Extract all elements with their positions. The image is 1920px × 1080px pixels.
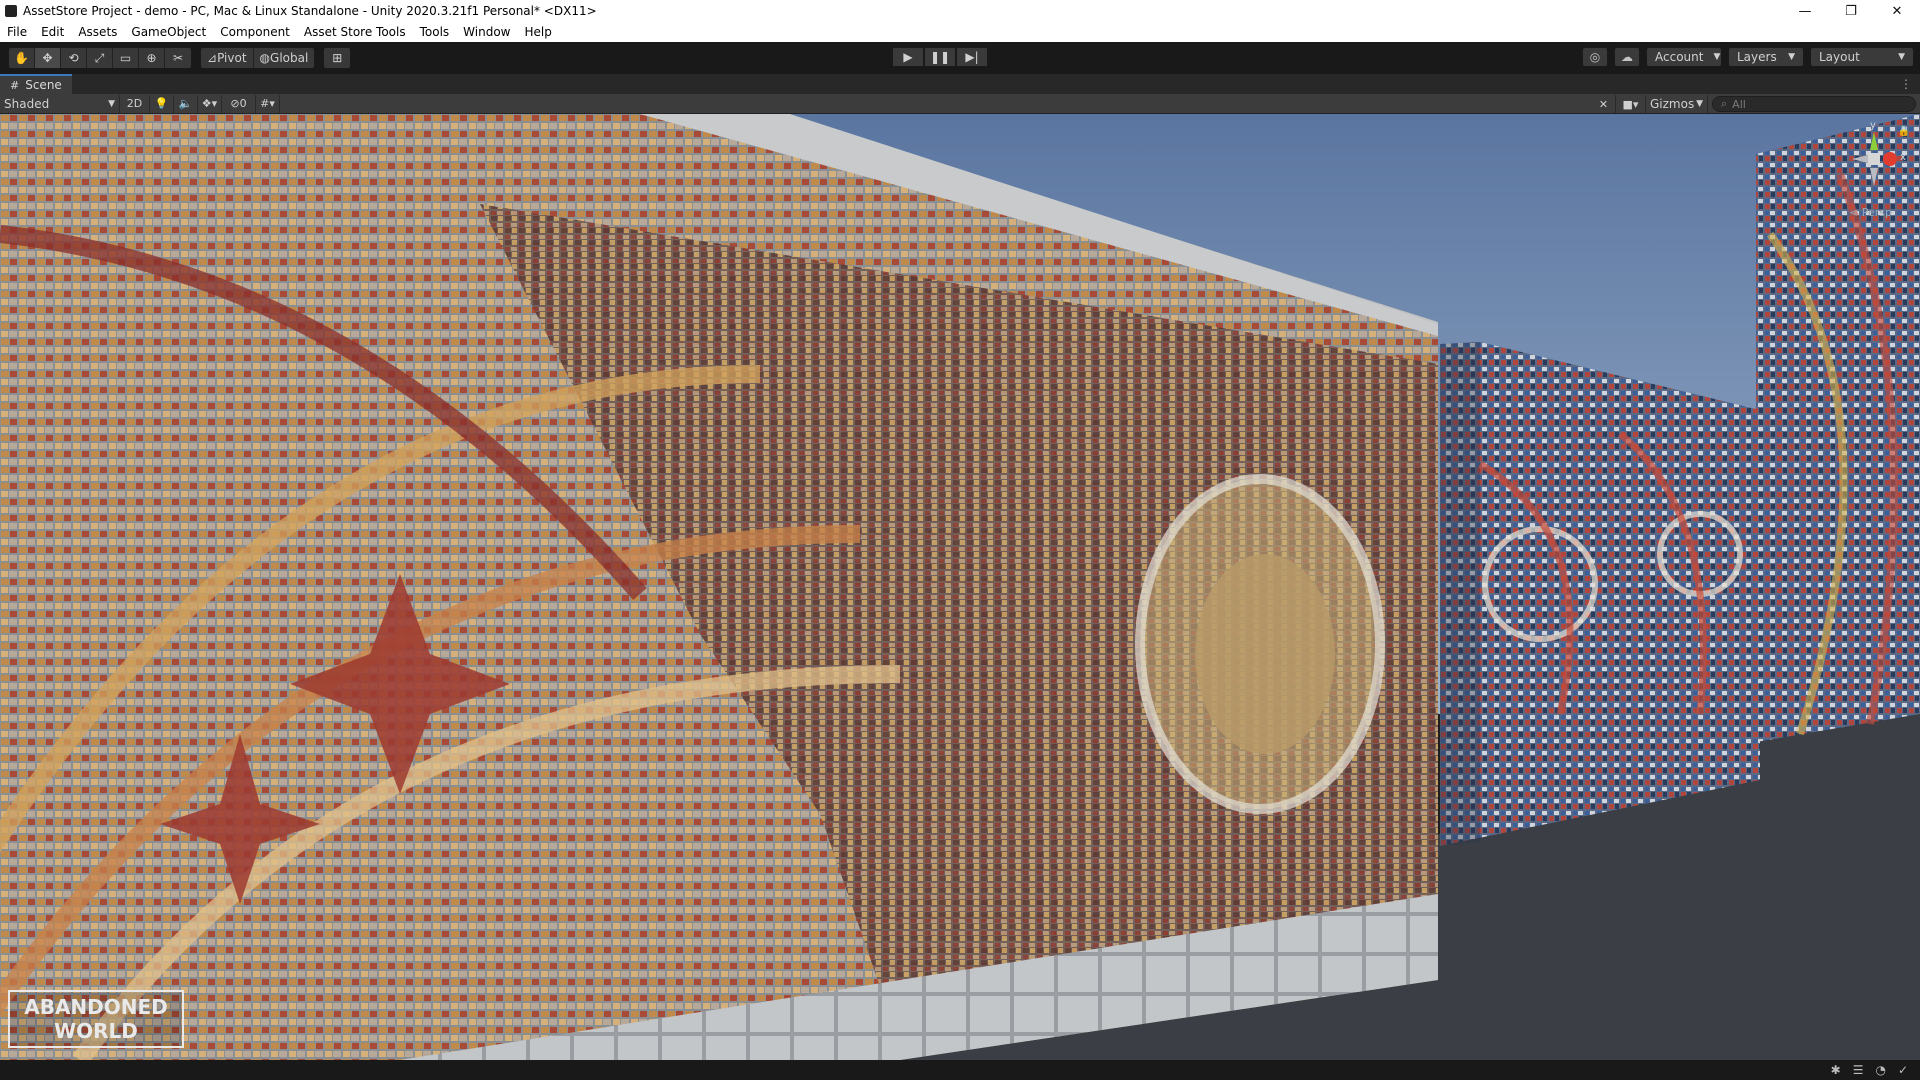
snap-group: ⊞	[323, 47, 352, 69]
global-toggle[interactable]: ◍ Global	[254, 48, 315, 68]
menu-asset-store-tools[interactable]: Asset Store Tools	[297, 25, 413, 39]
pause-button[interactable]: ❚❚	[924, 47, 956, 67]
scene-search-input[interactable]: ⌕ All	[1712, 96, 1916, 112]
grid-snap-icon[interactable]: ⊞	[324, 48, 350, 68]
pivot-icon: ⊿	[207, 51, 218, 65]
scene-toolbar-right: ✕ ■▾ Gizmos ▼ ⌕ All	[1592, 95, 1916, 113]
pause-icon: ❚❚	[929, 50, 951, 64]
close-button[interactable]: ✕	[1874, 0, 1920, 22]
scale-tool-icon[interactable]: ⤢	[87, 48, 113, 68]
layers-status-icon[interactable]: ☰	[1853, 1063, 1864, 1077]
layers-label: Layers	[1737, 50, 1777, 64]
grid-visibility-icon[interactable]: #▾	[256, 94, 280, 113]
rotate-tool-icon[interactable]: ⟲	[61, 48, 87, 68]
cloud-icon[interactable]: ☁	[1614, 47, 1640, 67]
tab-scene-label: Scene	[25, 78, 62, 92]
rect-tool-icon[interactable]: ▭	[113, 48, 139, 68]
move-tool-icon[interactable]: ✥	[35, 48, 61, 68]
custom-tool-icon[interactable]: ✂	[165, 48, 191, 68]
logo-line-1: ABANDONED	[24, 995, 168, 1019]
gizmo-x-label: x	[1900, 152, 1906, 163]
step-button[interactable]: ▶|	[956, 47, 988, 67]
menu-edit[interactable]: Edit	[34, 25, 71, 39]
menu-assets[interactable]: Assets	[71, 25, 124, 39]
hand-tool-icon[interactable]: ✋	[9, 48, 35, 68]
window-titlebar: AssetStore Project - demo - PC, Mac & Li…	[0, 0, 1920, 22]
step-icon: ▶|	[965, 50, 979, 64]
scene-render	[0, 114, 1920, 1060]
abandoned-world-logo: ABANDONED WORLD	[8, 990, 184, 1048]
account-label: Account	[1655, 50, 1704, 64]
projection-label[interactable]: < Persp	[1849, 206, 1892, 219]
layers-dropdown[interactable]: Layers ▼	[1728, 47, 1804, 67]
window-title: AssetStore Project - demo - PC, Mac & Li…	[23, 4, 597, 18]
2d-toggle[interactable]: 2D	[120, 94, 150, 113]
account-dropdown[interactable]: Account ▼	[1646, 47, 1722, 67]
audio-icon[interactable]: 🔈	[174, 94, 198, 113]
scene-viewport[interactable]: y x 🔒 < Persp ABANDONED WORLD	[0, 114, 1920, 1060]
play-icon: ▶	[903, 50, 913, 64]
menu-tools[interactable]: Tools	[413, 25, 457, 39]
play-button[interactable]: ▶	[892, 47, 924, 67]
lock-icon[interactable]: 🔒	[1898, 126, 1910, 137]
menu-gameobject[interactable]: GameObject	[124, 25, 213, 39]
camera-icon[interactable]: ■▾	[1616, 95, 1646, 113]
chevron-down-icon: ▼	[108, 98, 115, 109]
window-controls: — ❐ ✕	[1782, 0, 1920, 22]
pivot-toggle[interactable]: ⊿ Pivot	[201, 48, 254, 68]
toolbar-right: ◎ ☁ Account ▼ Layers ▼ Layout ▼	[1576, 47, 1914, 67]
effects-icon[interactable]: ❖▾	[198, 94, 222, 113]
more-options-icon[interactable]: ⋮	[1900, 77, 1912, 91]
menu-bar: File Edit Assets GameObject Component As…	[0, 22, 1920, 42]
menu-help[interactable]: Help	[518, 25, 559, 39]
transform-tools: ✋ ✥ ⟲ ⤢ ▭ ⊕ ✂	[8, 47, 192, 69]
axis-gizmo-icon	[1852, 132, 1897, 186]
orientation-gizmo[interactable]: y x	[1846, 120, 1906, 214]
restore-button[interactable]: ❐	[1828, 0, 1874, 22]
tools-icon[interactable]: ✕	[1592, 95, 1616, 113]
tab-scene[interactable]: # Scene	[0, 74, 72, 94]
pivot-toggles: ⊿ Pivot ◍ Global	[200, 47, 316, 69]
search-placeholder: All	[1732, 97, 1746, 111]
gizmos-label: Gizmos	[1650, 97, 1695, 111]
transform-tool-icon[interactable]: ⊕	[139, 48, 165, 68]
pivot-label: Pivot	[217, 51, 247, 65]
hidden-count: 0	[239, 97, 247, 110]
lighting-icon[interactable]: 💡	[150, 94, 174, 113]
scene-toolbar: Shaded ▼ 2D 💡 🔈 ❖▾ ⊘ 0 #▾ ✕ ■▾ Gizmos ▼ ⌕…	[0, 94, 1920, 114]
minimize-button[interactable]: —	[1782, 0, 1828, 22]
gizmo-y-label: y	[1870, 120, 1876, 131]
chevron-down-icon: ▼	[1713, 52, 1721, 62]
unity-app-icon	[5, 5, 17, 17]
draw-mode-label: Shaded	[4, 96, 50, 111]
global-label: Global	[270, 51, 309, 65]
play-controls: ▶ ❚❚ ▶|	[892, 47, 988, 67]
grid-icon: #	[10, 78, 20, 92]
auto-generate-icon[interactable]: ◔	[1875, 1063, 1885, 1077]
search-icon: ⌕	[1721, 97, 1728, 110]
collab-icon[interactable]: ◎	[1582, 47, 1608, 67]
layout-label: Layout	[1819, 50, 1860, 64]
gizmos-dropdown[interactable]: Gizmos ▼	[1646, 95, 1708, 113]
bug-icon[interactable]: ✱	[1831, 1063, 1841, 1077]
chevron-down-icon: ▼	[1788, 52, 1795, 62]
chevron-down-icon: ▼	[1696, 99, 1703, 109]
menu-file[interactable]: File	[0, 25, 34, 39]
hidden-eye-icon: ⊘	[230, 97, 240, 110]
logo-line-2: WORLD	[54, 1019, 138, 1043]
menu-component[interactable]: Component	[213, 25, 297, 39]
check-icon[interactable]: ✓	[1898, 1063, 1908, 1077]
scene-tab-bar: # Scene ⋮	[0, 74, 1920, 94]
layout-dropdown[interactable]: Layout ▼	[1810, 47, 1914, 67]
menu-window[interactable]: Window	[456, 25, 517, 39]
chevron-down-icon: ▼	[1898, 52, 1905, 62]
draw-mode-dropdown[interactable]: Shaded ▼	[0, 94, 120, 113]
status-bar: ✱ ☰ ◔ ✓	[0, 1060, 1920, 1080]
globe-icon: ◍	[259, 51, 271, 65]
hidden-objects-toggle[interactable]: ⊘ 0	[222, 94, 256, 113]
main-toolbar: ✋ ✥ ⟲ ⤢ ▭ ⊕ ✂ ⊿ Pivot ◍ Global ⊞ ▶ ❚❚ ▶| ◎…	[0, 42, 1920, 74]
